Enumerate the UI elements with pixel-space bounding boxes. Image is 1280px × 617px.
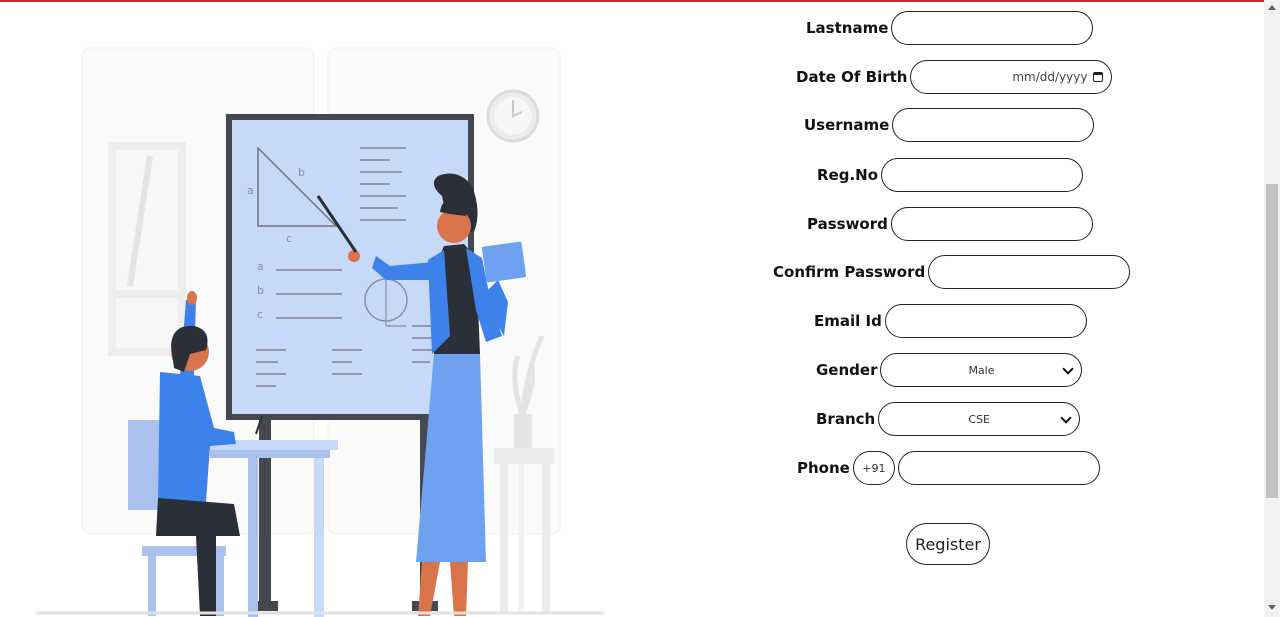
password-label: Password: [807, 215, 888, 233]
dob-row: Date Of Birth mm/dd/yyyy: [796, 60, 1113, 94]
regno-label: Reg.No: [817, 166, 879, 184]
gender-label: Gender: [816, 361, 878, 379]
board-list-label-c: c: [257, 308, 263, 321]
branch-row: Branch CSE: [816, 402, 1081, 436]
scrollbar-thumb[interactable]: [1266, 184, 1278, 498]
board-list-label-b: b: [257, 284, 264, 297]
username-label: Username: [804, 116, 890, 134]
lastname-label: Lastname: [806, 19, 889, 37]
gender-select[interactable]: Male: [880, 353, 1083, 387]
gender-row: Gender Male: [816, 353, 1083, 387]
regno-row: Reg.No: [817, 158, 1084, 192]
password-input[interactable]: [890, 207, 1093, 241]
email-input[interactable]: [884, 304, 1087, 338]
board-label-a: a: [247, 184, 254, 197]
lastname-row: Lastname: [806, 11, 1094, 45]
dob-placeholder: mm/dd/yyyy: [1012, 70, 1088, 84]
board-list-label-a: a: [257, 260, 264, 273]
username-input[interactable]: [892, 108, 1095, 142]
branch-select[interactable]: CSE: [878, 402, 1081, 436]
phone-label: Phone: [797, 459, 850, 477]
register-button[interactable]: Register: [906, 523, 990, 565]
chevron-down-icon: [1060, 412, 1072, 424]
lastname-input[interactable]: [891, 11, 1094, 45]
email-label: Email Id: [814, 312, 882, 330]
username-row: Username: [804, 108, 1095, 142]
chevron-down-icon: [1062, 363, 1075, 375]
calendar-icon[interactable]: [1093, 72, 1104, 82]
page-scrollbar[interactable]: [1264, 0, 1280, 617]
board-label-b: b: [298, 166, 305, 179]
branch-label: Branch: [816, 410, 876, 428]
branch-selected-value: CSE: [968, 412, 991, 426]
gender-selected-value: Male: [968, 363, 995, 377]
scroll-down-arrow-icon[interactable]: [1268, 605, 1276, 610]
board-label-c: c: [286, 232, 292, 245]
scroll-up-arrow-icon[interactable]: [1268, 5, 1276, 10]
email-row: Email Id: [814, 304, 1087, 338]
phone-row: Phone +91: [797, 451, 1100, 485]
classroom-illustration: a b c a b c: [30, 36, 610, 617]
phone-input[interactable]: [897, 451, 1100, 485]
confirm-password-label: Confirm Password: [773, 263, 926, 281]
regno-input[interactable]: [881, 158, 1084, 192]
password-row: Password: [807, 207, 1093, 241]
dob-label: Date Of Birth: [796, 68, 908, 86]
confirm-password-input[interactable]: [928, 255, 1131, 289]
dob-input[interactable]: mm/dd/yyyy: [910, 60, 1113, 94]
top-accent-bar: [0, 0, 1280, 2]
country-code[interactable]: +91: [852, 451, 895, 485]
confirm-password-row: Confirm Password: [773, 255, 1131, 289]
